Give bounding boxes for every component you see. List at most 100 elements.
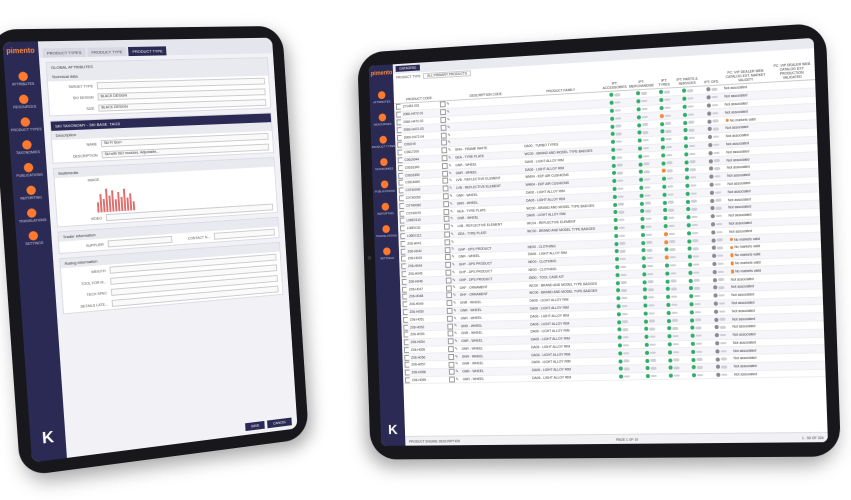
status-toggle[interactable] xyxy=(713,136,719,139)
status-toggle[interactable] xyxy=(615,109,621,112)
edit-pencil-icon[interactable]: ✎ xyxy=(454,361,458,366)
status-toggle[interactable] xyxy=(688,129,694,132)
sidebar-item-reporting[interactable]: REPORTING xyxy=(20,185,43,201)
status-toggle[interactable] xyxy=(669,225,675,228)
status-toggle[interactable] xyxy=(615,101,621,104)
sidebar-item-translations[interactable]: TRANSLATIONS xyxy=(18,208,47,224)
status-toggle[interactable] xyxy=(673,351,679,354)
status-toggle[interactable] xyxy=(692,247,698,250)
edit-pencil-icon[interactable]: ✎ xyxy=(454,376,458,381)
status-toggle[interactable] xyxy=(673,343,679,346)
status-toggle[interactable] xyxy=(648,304,654,307)
status-toggle[interactable] xyxy=(714,167,720,170)
status-toggle[interactable] xyxy=(624,367,630,370)
status-toggle[interactable] xyxy=(687,97,693,100)
status-toggle[interactable] xyxy=(622,320,628,323)
status-toggle[interactable] xyxy=(619,226,625,229)
status-toggle[interactable] xyxy=(649,328,655,331)
status-toggle[interactable] xyxy=(695,334,701,337)
status-toggle[interactable] xyxy=(692,240,698,243)
status-toggle[interactable] xyxy=(616,133,622,136)
row-checkbox[interactable] xyxy=(402,294,407,300)
status-toggle[interactable] xyxy=(689,160,695,163)
status-toggle[interactable] xyxy=(670,280,676,283)
status-toggle[interactable] xyxy=(643,147,649,150)
column-header[interactable]: IPT: DFS xyxy=(700,62,722,86)
status-toggle[interactable] xyxy=(664,91,670,94)
row-checkbox[interactable] xyxy=(402,301,407,307)
row-checkbox[interactable] xyxy=(404,339,409,345)
status-toggle[interactable] xyxy=(715,215,721,218)
edit-pencil-icon[interactable]: ✎ xyxy=(449,208,453,213)
column-header[interactable]: PC: VIP DEALER WEB CATALOG EXT. PRODUCTI… xyxy=(769,56,815,82)
row-checkbox[interactable] xyxy=(397,127,402,133)
edit-pencil-icon[interactable]: ✎ xyxy=(447,155,451,160)
status-toggle[interactable] xyxy=(647,257,653,260)
status-toggle[interactable] xyxy=(713,151,719,154)
status-toggle[interactable] xyxy=(664,99,670,102)
column-header[interactable]: IPT: TYRES xyxy=(654,65,673,89)
row-checkbox[interactable] xyxy=(404,355,409,361)
status-toggle[interactable] xyxy=(670,264,676,267)
status-toggle[interactable] xyxy=(669,232,675,235)
status-toggle[interactable] xyxy=(668,201,674,204)
contact-input[interactable] xyxy=(214,229,275,240)
row-checkbox[interactable] xyxy=(398,157,403,163)
column-header[interactable]: IPT: MERCHANDISE xyxy=(627,66,655,90)
status-toggle[interactable] xyxy=(718,278,724,281)
row-checkbox[interactable] xyxy=(401,248,406,254)
status-toggle[interactable] xyxy=(693,279,699,282)
edit-pencil-icon[interactable]: ✎ xyxy=(453,346,457,351)
row-checkbox[interactable] xyxy=(399,203,404,209)
edit-pencil-icon[interactable]: ✎ xyxy=(453,323,457,328)
status-toggle[interactable] xyxy=(693,263,699,266)
column-header[interactable]: IPT: ACCESSORIES xyxy=(601,68,628,92)
status-toggle[interactable] xyxy=(642,108,648,111)
status-toggle[interactable] xyxy=(648,280,654,283)
row-checkbox[interactable] xyxy=(396,104,401,110)
status-toggle[interactable] xyxy=(712,112,718,115)
status-toggle[interactable] xyxy=(690,192,696,195)
sidebar-item-settings[interactable]: SETTINGS xyxy=(24,230,43,246)
row-checkbox[interactable] xyxy=(399,210,404,216)
edit-pencil-icon[interactable]: ✎ xyxy=(452,315,456,320)
edit-pencil-icon[interactable]: ✎ xyxy=(451,269,455,274)
status-toggle[interactable] xyxy=(624,360,630,363)
status-toggle[interactable] xyxy=(621,273,627,276)
edit-pencil-icon[interactable]: ✎ xyxy=(446,124,450,129)
row-checkbox[interactable] xyxy=(400,233,405,239)
edit-pencil-icon[interactable]: ✎ xyxy=(449,216,453,221)
status-toggle[interactable] xyxy=(642,116,648,119)
row-checkbox[interactable] xyxy=(403,309,408,315)
row-checkbox[interactable] xyxy=(400,241,405,247)
status-toggle[interactable] xyxy=(617,180,623,183)
status-toggle[interactable] xyxy=(696,350,702,353)
status-toggle[interactable] xyxy=(719,318,725,321)
status-toggle[interactable] xyxy=(673,359,679,362)
status-toggle[interactable] xyxy=(646,225,652,228)
status-toggle[interactable] xyxy=(713,143,719,146)
sidebar-item-resources[interactable]: RESOURCES xyxy=(373,113,391,127)
sub-tab-tags[interactable]: TAGS xyxy=(109,121,120,126)
tab-product-type[interactable]: PRODUCT TYPE xyxy=(87,47,127,57)
row-checkbox[interactable] xyxy=(398,172,403,178)
status-toggle[interactable] xyxy=(617,156,623,159)
status-toggle[interactable] xyxy=(716,231,722,234)
status-toggle[interactable] xyxy=(665,122,671,125)
status-toggle[interactable] xyxy=(666,138,672,141)
status-toggle[interactable] xyxy=(642,123,648,126)
status-toggle[interactable] xyxy=(645,202,651,205)
tab-product-types[interactable]: PRODUCT TYPES xyxy=(42,48,85,58)
status-toggle[interactable] xyxy=(697,374,703,377)
status-toggle[interactable] xyxy=(687,89,693,92)
row-checkbox[interactable] xyxy=(397,134,402,140)
status-toggle[interactable] xyxy=(696,342,702,345)
sidebar-item-reporting[interactable]: REPORTING xyxy=(377,202,394,215)
status-toggle[interactable] xyxy=(691,216,697,219)
row-checkbox[interactable] xyxy=(401,263,406,269)
status-toggle[interactable] xyxy=(672,311,678,314)
status-toggle[interactable] xyxy=(620,250,626,253)
edit-pencil-icon[interactable]: ✎ xyxy=(447,147,451,152)
edit-pencil-icon[interactable]: ✎ xyxy=(446,132,450,137)
status-toggle[interactable] xyxy=(688,113,694,116)
